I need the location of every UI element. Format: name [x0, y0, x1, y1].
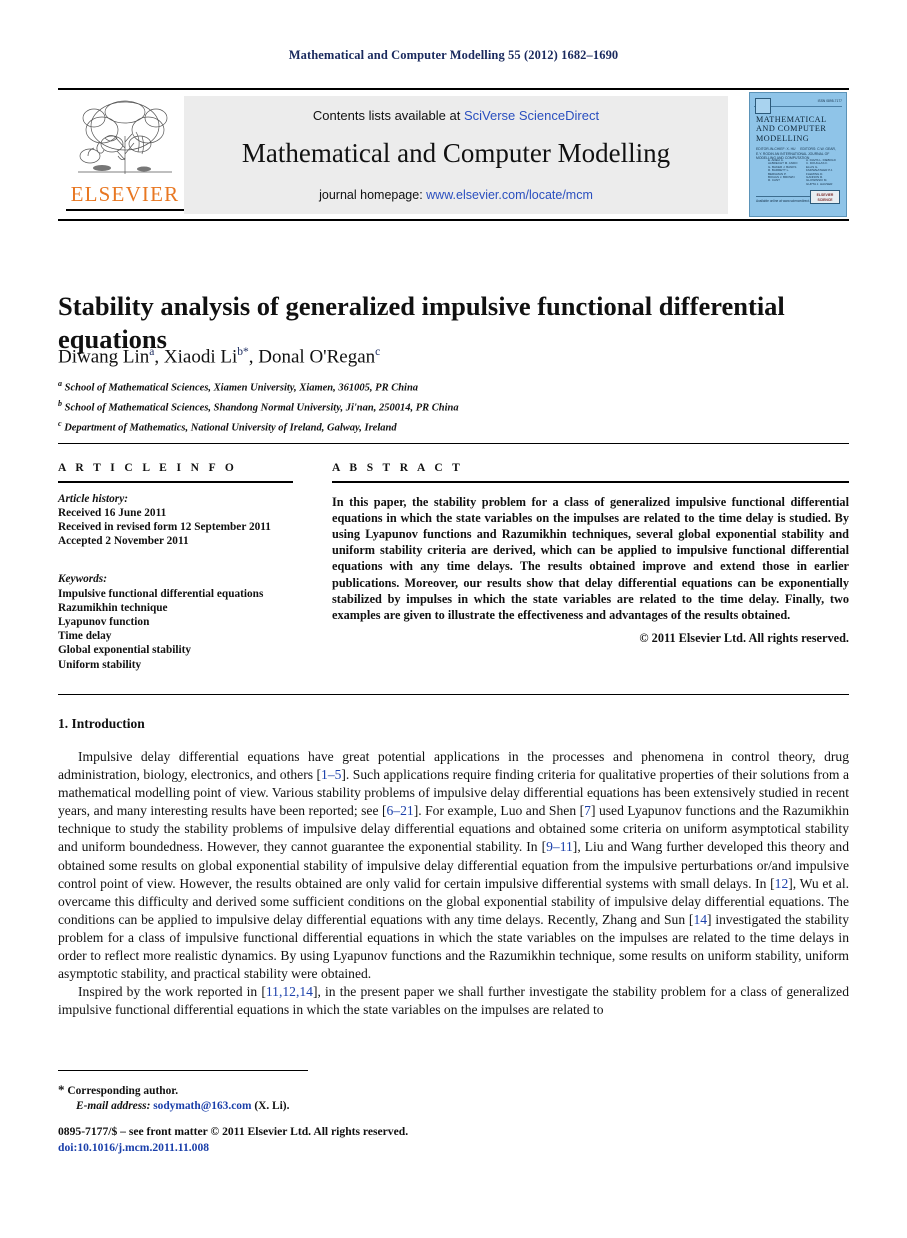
article-history-group: Article history: Received 16 June 2011 R… [58, 492, 293, 549]
abstract-kicker: A B S T R A C T [332, 462, 464, 474]
journal-title: Mathematical and Computer Modelling [241, 138, 671, 168]
elsevier-underline [66, 209, 184, 211]
info-block-rule-top [58, 443, 849, 444]
running-head: Mathematical and Computer Modelling 55 (… [288, 48, 619, 62]
contents-available-line: Contents lists available at SciVerse Sci… [184, 108, 728, 123]
keyword-item: Global exponential stability [58, 644, 192, 657]
section-heading-introduction: 1. Introduction [58, 716, 145, 731]
affiliation-text-b: School of Mathematical Sciences, Shandon… [64, 402, 459, 414]
author-name-3: Donal O'Regan [258, 346, 376, 368]
affiliation-item: a School of Mathematical Sciences, Xiame… [58, 376, 798, 396]
homepage-url-link[interactable]: www.elsevier.com/locate/mcm [426, 188, 593, 202]
keyword-item: Time delay [58, 630, 112, 643]
author-name-2: Xiaodi Li [163, 346, 238, 368]
affiliation-mark-a: a [58, 379, 62, 388]
masthead-rule-bottom [58, 219, 849, 221]
author-name-1: Diwang Lin [58, 346, 150, 368]
article-history-item: Received in revised form 12 September 20… [58, 520, 271, 533]
abstract-column: A B S T R A C T In this paper, the stabi… [332, 462, 849, 646]
corresponding-author-note: * Corresponding author. [58, 1082, 558, 1099]
email-label: E-mail address: [76, 1100, 151, 1112]
elsevier-logo: ELSEVIER [64, 96, 186, 214]
keyword-item: Uniform stability [58, 658, 142, 671]
affiliation-text-a: School of Mathematical Sciences, Xiamen … [64, 382, 419, 394]
keyword-item: Lyapunov function [58, 615, 150, 628]
article-history-item: Accepted 2 November 2011 [58, 535, 189, 548]
citation-14[interactable]: 14 [693, 912, 707, 927]
citation-11-12-14[interactable]: 11,12,14 [266, 984, 313, 999]
keywords-group: Keywords: Impulsive functional different… [58, 572, 293, 671]
para2-seg-a: Inspired by the work reported in [ [78, 984, 266, 1000]
abstract-body: In this paper, the stability problem for… [332, 494, 849, 622]
affiliation-mark-b: b [58, 399, 62, 408]
citation-1-5[interactable]: 1–5 [321, 767, 341, 782]
affiliation-mark-c: c [58, 419, 62, 428]
keyword-item: Impulsive functional differential equati… [58, 587, 264, 600]
elsevier-wordmark: ELSEVIER [70, 182, 180, 206]
journal-homepage-line: journal homepage: www.elsevier.com/locat… [184, 188, 728, 202]
keyword-item: Razumikhin technique [58, 601, 168, 614]
contents-prefix: Contents lists available at [312, 108, 464, 123]
abstract-copyright: © 2011 Elsevier Ltd. All rights reserved… [639, 631, 849, 646]
affiliation-item: c Department of Mathematics, National Un… [58, 416, 798, 436]
cover-editorial-board: E. ADELI A. ALBRECHT M. ANDO G. BAKER J.… [768, 158, 836, 193]
affiliation-item: b School of Mathematical Sciences, Shand… [58, 396, 798, 416]
journal-masthead: ELSEVIER Contents lists available at Sci… [58, 88, 849, 222]
cover-board-column-1: E. ADELI A. ALBRECHT M. ANDO G. BAKER J.… [768, 158, 798, 183]
paper-page: Mathematical and Computer Modelling 55 (… [0, 0, 907, 1238]
imprint-block: 0895-7177/$ – see front matter © 2011 El… [58, 1124, 658, 1155]
email-attribution: (X. Li). [254, 1100, 290, 1112]
cover-elsevier-badge: ELSEVIER SCIENCE [810, 190, 840, 204]
article-info-kicker: A R T I C L E I N F O [58, 462, 238, 474]
elsevier-tree-icon [78, 100, 172, 174]
journal-cover-thumbnail: ISSN 0895-7177 MATHEMATICAL AND COMPUTER… [749, 92, 847, 217]
author-mark-3: c [375, 346, 381, 358]
cover-board-column-2: A. DAVIS L. DIEBOLD C. DOUGLAS F. ELLIS … [806, 158, 836, 186]
homepage-prefix: journal homepage: [319, 188, 427, 202]
article-history-label: Article history: [58, 492, 128, 505]
footnote-rule [58, 1070, 308, 1071]
footnote-star-marker: * [58, 1082, 65, 1097]
cover-title: MATHEMATICAL AND COMPUTER MODELLING [756, 115, 827, 143]
affiliation-text-c: Department of Mathematics, National Univ… [64, 422, 397, 434]
corresponding-author-marker: * [243, 346, 249, 358]
email-link[interactable]: sodymath@163.com [153, 1100, 251, 1112]
front-matter-line: 0895-7177/$ – see front matter © 2011 El… [58, 1125, 409, 1138]
sciencedirect-link[interactable]: SciVerse ScienceDirect [464, 108, 599, 123]
footnote-block: * Corresponding author. E-mail address: … [58, 1082, 558, 1114]
corresponding-author-text: Corresponding author. [67, 1085, 179, 1097]
email-note: E-mail address: sodymath@163.com (X. Li)… [58, 1099, 558, 1114]
keywords-label: Keywords: [58, 573, 107, 586]
paragraph-2: Inspired by the work reported in [11,12,… [58, 983, 849, 1019]
article-info-column: A R T I C L E I N F O Article history: R… [58, 462, 293, 672]
author-mark-1: a [149, 346, 155, 358]
introduction-body: Impulsive delay differential equations h… [58, 748, 849, 1019]
info-block-rule-bottom [58, 694, 849, 695]
cover-seal-icon [755, 98, 771, 114]
article-history-item: Received 16 June 2011 [58, 506, 167, 519]
affiliation-list: a School of Mathematical Sciences, Xiame… [58, 376, 798, 436]
abstract-rule [332, 481, 849, 483]
masthead-rule-top [58, 88, 849, 90]
doi-link[interactable]: doi:10.1016/j.mcm.2011.11.008 [58, 1140, 658, 1156]
citation-12[interactable]: 12 [775, 876, 789, 891]
article-info-rule [58, 481, 293, 483]
citation-7[interactable]: 7 [584, 803, 591, 818]
journal-banner: Contents lists available at SciVerse Sci… [184, 96, 728, 214]
para1-seg-c: ]. For example, Luo and Shen [ [413, 803, 585, 819]
paragraph-1: Impulsive delay differential equations h… [58, 748, 849, 983]
citation-6-21[interactable]: 6–21 [387, 803, 414, 818]
citation-9-11[interactable]: 9–11 [546, 839, 573, 854]
author-list: Diwang Lina, Xiaodi Lib*, Donal O'Reganc [58, 346, 381, 368]
